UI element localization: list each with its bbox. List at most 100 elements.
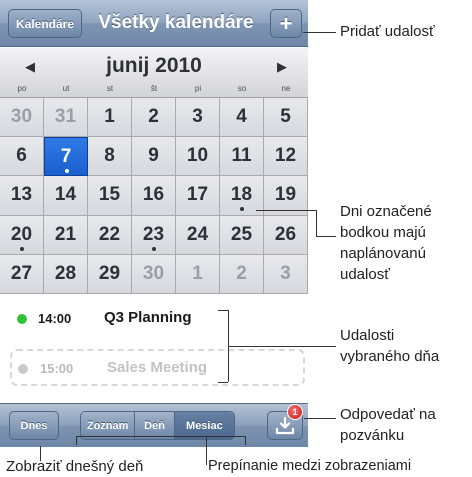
- day-cell[interactable]: 2: [220, 254, 264, 294]
- day-number: 27: [10, 262, 33, 284]
- month-header: ◀ junij 2010 ▶ po ut st št pi so ne: [0, 48, 308, 98]
- day-cell[interactable]: 1: [176, 254, 220, 294]
- month-title: junij 2010: [106, 54, 202, 77]
- day-number: 28: [54, 262, 77, 284]
- day-number: 23: [142, 223, 165, 245]
- tab-list[interactable]: Zoznam: [81, 412, 136, 439]
- callout-bracket: [245, 436, 246, 445]
- day-cell[interactable]: 8: [88, 137, 132, 177]
- day-cell[interactable]: 27: [0, 254, 44, 294]
- callout-switch-views: Prepínanie medzi zobrazeniami: [208, 458, 412, 474]
- day-cell[interactable]: 28: [44, 254, 88, 294]
- day-cell[interactable]: 13: [0, 176, 44, 216]
- weekday-labels: po ut st št pi so ne: [0, 84, 308, 96]
- callout-line: [316, 236, 336, 237]
- day-number: 3: [280, 262, 291, 284]
- day-cell[interactable]: 6: [0, 137, 44, 177]
- day-cell[interactable]: 5: [264, 98, 308, 138]
- callout-add-event: Pridať udalosť: [340, 23, 435, 40]
- callout-line-text: Dni označené: [340, 203, 432, 220]
- callout-show-today: Zobraziť dnešný deň: [6, 458, 144, 475]
- day-cell[interactable]: 31: [44, 98, 88, 138]
- callout-line: [228, 346, 336, 347]
- day-cell[interactable]: 22: [88, 215, 132, 255]
- callout-bracket: [76, 436, 246, 437]
- callout-line: [303, 32, 336, 33]
- callout-dot-days: Dni označené bodkou majú naplánovanú uda…: [340, 201, 432, 285]
- day-number: 30: [10, 106, 33, 128]
- add-event-button[interactable]: +: [270, 9, 302, 38]
- callout-bracket: [218, 382, 228, 383]
- day-cell-selected[interactable]: 7: [44, 137, 88, 177]
- callout-bracket: [218, 310, 228, 311]
- weekday-label: pi: [194, 84, 202, 93]
- day-number: 30: [142, 262, 165, 284]
- weekday-label: št: [150, 84, 158, 93]
- day-number: 8: [104, 145, 115, 167]
- callout-line-text: pozvánku: [340, 427, 405, 444]
- next-month-arrow-icon[interactable]: ▶: [277, 59, 287, 75]
- day-number: 24: [186, 223, 209, 245]
- callout-line: [304, 418, 336, 419]
- day-cell[interactable]: 3: [176, 98, 220, 138]
- day-cell[interactable]: 15: [88, 176, 132, 216]
- day-cell[interactable]: 20: [0, 215, 44, 255]
- day-cell[interactable]: 14: [44, 176, 88, 216]
- weekday-label: po: [17, 84, 27, 93]
- tab-day[interactable]: Deň: [135, 412, 175, 439]
- day-number: 25: [230, 223, 253, 245]
- day-number: 26: [274, 223, 297, 245]
- day-number: 10: [186, 145, 209, 167]
- tab-month[interactable]: Mesiac: [174, 412, 234, 439]
- calendar-color-dot-icon: [17, 314, 27, 324]
- day-number: 7: [60, 145, 72, 167]
- day-cell[interactable]: 9: [132, 137, 176, 177]
- day-cell[interactable]: 21: [44, 215, 88, 255]
- event-title: Q3 Planning: [104, 309, 192, 326]
- stage: Kalendáre Všetky kalendáre + ◀ junij 201…: [0, 0, 472, 477]
- event-dot-icon: [152, 246, 156, 251]
- day-number: 22: [98, 223, 121, 245]
- day-cell[interactable]: 23: [132, 215, 176, 255]
- weekday-label: ut: [62, 84, 70, 93]
- day-cell[interactable]: 2: [132, 98, 176, 138]
- weekday-label: so: [237, 84, 247, 93]
- day-cell[interactable]: 30: [132, 254, 176, 294]
- day-cell[interactable]: 30: [0, 98, 44, 138]
- day-cell[interactable]: 24: [176, 215, 220, 255]
- event-row-pending[interactable]: 15:00 Sales Meeting: [10, 349, 305, 386]
- day-number: 4: [236, 106, 247, 128]
- calendars-button[interactable]: Kalendáre: [8, 9, 82, 38]
- day-cell[interactable]: 25: [220, 215, 264, 255]
- day-cell[interactable]: 17: [176, 176, 220, 216]
- day-cell[interactable]: 16: [132, 176, 176, 216]
- day-number: 18: [230, 184, 253, 206]
- day-number: 31: [54, 106, 77, 128]
- day-number: 19: [274, 184, 297, 206]
- event-list: 14:00 Q3 Planning 15:00 Sales Meeting: [0, 295, 308, 403]
- day-number: 14: [54, 184, 77, 206]
- day-cell[interactable]: 29: [88, 254, 132, 294]
- day-number: 12: [274, 145, 297, 167]
- day-cell[interactable]: 12: [264, 137, 308, 177]
- event-title: Sales Meeting: [107, 359, 208, 376]
- event-row[interactable]: 14:00 Q3 Planning: [0, 301, 308, 337]
- today-button[interactable]: Dnes: [9, 411, 59, 440]
- callout-line-text: udalosť: [340, 266, 390, 283]
- nav-bar: Kalendáre Všetky kalendáre +: [0, 0, 308, 47]
- previous-month-arrow-icon[interactable]: ◀: [25, 59, 35, 75]
- day-number: 2: [236, 262, 247, 284]
- day-number: 29: [98, 262, 121, 284]
- day-cell[interactable]: 3: [264, 254, 308, 294]
- callout-bracket: [76, 436, 77, 445]
- day-cell[interactable]: 11: [220, 137, 264, 177]
- event-time: 15:00: [40, 361, 74, 376]
- event-dot-icon: [65, 169, 69, 174]
- day-cell[interactable]: 10: [176, 137, 220, 177]
- day-number: 1: [192, 262, 203, 284]
- day-cell[interactable]: 4: [220, 98, 264, 138]
- page-title: Všetky kalendáre: [98, 12, 254, 33]
- day-cell[interactable]: 26: [264, 215, 308, 255]
- day-number: 6: [16, 145, 27, 167]
- day-cell[interactable]: 1: [88, 98, 132, 138]
